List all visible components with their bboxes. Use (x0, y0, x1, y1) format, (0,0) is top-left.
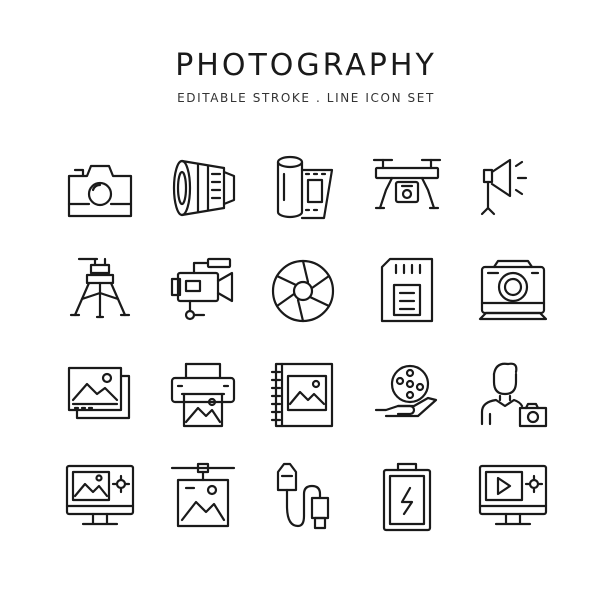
memory-card-icon (372, 255, 442, 325)
camera-icon (65, 152, 135, 222)
video-editor-monitor-icon (478, 462, 548, 532)
usb-cable-icon (268, 462, 338, 532)
lens-icon (168, 152, 238, 222)
battery-icon (372, 462, 442, 532)
tripod-icon (65, 255, 135, 325)
hanging-photo-icon (168, 462, 238, 532)
studio-light-icon (478, 152, 548, 222)
photo-printer-icon (168, 360, 238, 430)
icon-grid (0, 0, 612, 592)
photo-editor-monitor-icon (65, 462, 135, 532)
film-roll-icon (268, 152, 338, 222)
aperture-icon (268, 255, 338, 325)
drone-icon (372, 152, 442, 222)
photographer-icon (478, 360, 548, 430)
instant-camera-icon (478, 255, 548, 325)
photo-gallery-icon (65, 360, 135, 430)
film-reel-hand-icon (372, 360, 442, 430)
page: PHOTOGRAPHY EDITABLE STROKE . LINE ICON … (0, 0, 612, 592)
photo-album-icon (268, 360, 338, 430)
video-camera-icon (168, 255, 238, 325)
